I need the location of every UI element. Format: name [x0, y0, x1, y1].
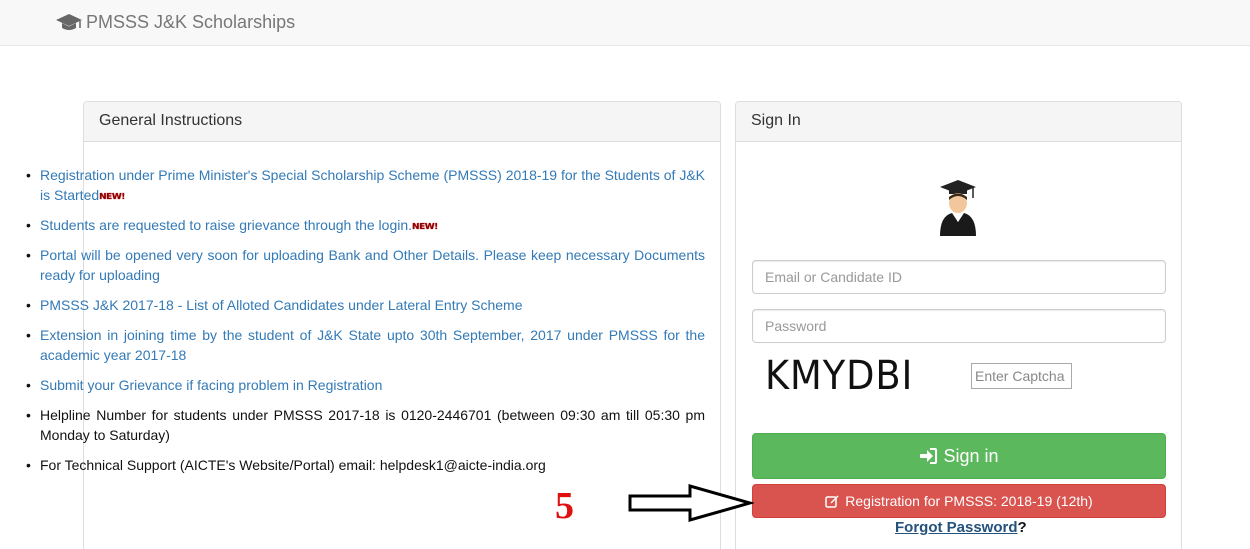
edit-icon: [825, 495, 839, 508]
right-arrow-icon: [628, 484, 754, 522]
instruction-link[interactable]: Portal will be opened very soon for uplo…: [40, 247, 705, 283]
email-input[interactable]: [752, 260, 1166, 294]
graduation-cap-icon: [56, 14, 82, 30]
captcha-image: KMYDBI: [765, 353, 914, 399]
captcha-input[interactable]: [971, 363, 1072, 389]
instruction-item[interactable]: • Portal will be opened very soon for upl…: [26, 245, 705, 285]
forgot-password-link[interactable]: Forgot Password: [895, 519, 1018, 536]
instruction-link[interactable]: PMSSS J&K 2017-18 - List of Alloted Cand…: [40, 297, 523, 313]
signin-button-label: Sign in: [943, 445, 999, 466]
bullet-icon: •: [26, 327, 31, 343]
instruction-item[interactable]: • Registration under Prime Minister's Spe…: [26, 165, 705, 207]
signin-title: Sign In: [736, 102, 1181, 142]
forgot-password-suffix: ?: [1017, 519, 1027, 536]
instruction-link[interactable]: Submit your Grievance if facing problem …: [40, 377, 382, 393]
new-badge: NEW!: [99, 192, 125, 202]
instruction-item: • For Technical Support (AICTE's Website/…: [26, 455, 705, 475]
instruction-item: • Helpline Number for students under PMSS…: [26, 405, 705, 445]
bullet-icon: •: [26, 407, 31, 423]
forgot-password: Forgot Password?: [895, 519, 1027, 536]
instruction-link[interactable]: Extension in joining time by the student…: [40, 327, 705, 363]
bullet-icon: •: [26, 247, 31, 263]
bullet-icon: •: [26, 377, 31, 393]
step-number-annotation: 5: [555, 485, 574, 527]
instruction-item[interactable]: • PMSSS J&K 2017-18 - List of Alloted Can…: [26, 295, 705, 315]
instruction-link[interactable]: Students are requested to raise grievanc…: [40, 217, 412, 233]
registration-button[interactable]: Registration for PMSSS: 2018-19 (12th): [752, 484, 1166, 518]
bullet-icon: •: [26, 457, 31, 473]
top-navbar: PMSSS J&K Scholarships: [0, 0, 1250, 46]
sign-in-icon: [920, 448, 938, 464]
instruction-item[interactable]: • Extension in joining time by the studen…: [26, 325, 705, 365]
password-input[interactable]: [752, 309, 1166, 343]
instruction-text: For Technical Support (AICTE's Website/P…: [40, 457, 546, 473]
new-badge: NEW!: [412, 222, 438, 232]
bullet-icon: •: [26, 217, 31, 233]
registration-button-label: Registration for PMSSS: 2018-19 (12th): [845, 493, 1093, 509]
instructions-title: General Instructions: [84, 102, 720, 142]
graduate-avatar-icon: [940, 180, 976, 236]
instruction-link[interactable]: Registration under Prime Minister's Spec…: [40, 167, 705, 203]
instruction-item[interactable]: • Submit your Grievance if facing problem…: [26, 375, 705, 395]
brand-title: PMSSS J&K Scholarships: [86, 11, 296, 32]
bullet-icon: •: [26, 167, 31, 183]
signin-button[interactable]: Sign in: [752, 433, 1166, 479]
instruction-item[interactable]: • Students are requested to raise grievan…: [26, 215, 705, 237]
instruction-text: Helpline Number for students under PMSSS…: [40, 407, 705, 443]
bullet-icon: •: [26, 297, 31, 313]
brand-link[interactable]: PMSSS J&K Scholarships: [55, 10, 295, 34]
